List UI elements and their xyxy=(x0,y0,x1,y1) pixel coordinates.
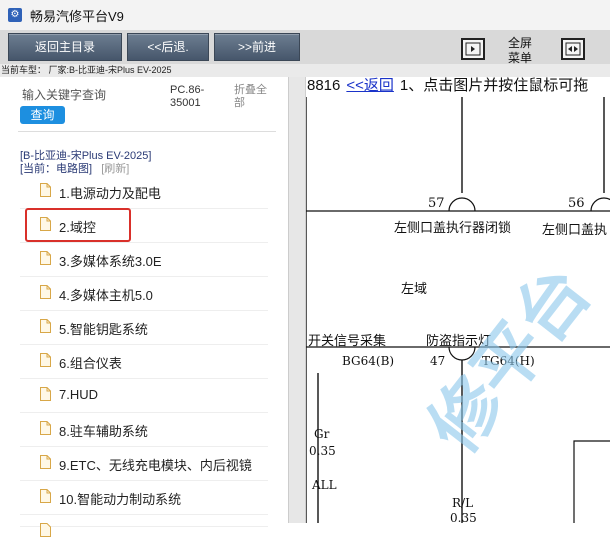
wire-all-label: ALL xyxy=(311,478,337,492)
document-icon xyxy=(40,387,51,401)
split-view-icon[interactable] xyxy=(561,38,585,60)
document-icon xyxy=(40,285,51,299)
back-link[interactable]: <<返回 xyxy=(346,77,394,94)
fold-all-link[interactable]: 折叠全部 xyxy=(234,84,274,110)
pc-code: PC.86-35001 xyxy=(170,84,205,109)
document-icon xyxy=(40,421,51,435)
pin-57-label: 57 xyxy=(428,196,445,211)
tree-item[interactable]: 7.HUD xyxy=(20,378,268,413)
toolbar: 返回主目录 <<后退. >>前进 全屏 菜单 ​ ​ xyxy=(0,30,610,66)
tree-item-label: 10.智能动力制动系统 xyxy=(59,492,182,507)
home-button[interactable]: 返回主目录 xyxy=(8,33,122,61)
search-area: 输入关键字查询 查询 xyxy=(18,83,168,124)
expand-panel-icon[interactable] xyxy=(461,38,485,60)
wire-rl-size: 0.35 xyxy=(450,511,477,523)
document-icon xyxy=(40,183,51,197)
tree-item[interactable]: 8.驻车辅助系统 xyxy=(20,412,268,447)
tree-item[interactable]: 1.电源动力及配电 xyxy=(20,174,268,209)
document-icon xyxy=(40,455,51,469)
search-input[interactable]: 输入关键字查询 xyxy=(22,86,106,103)
tree-item-label: 9.ETC、无线充电模块、内后视镜 xyxy=(59,458,252,473)
tree-item-label: 5.智能钥匙系统 xyxy=(59,322,148,337)
divider xyxy=(18,131,276,132)
back-button[interactable]: <<后退. xyxy=(127,33,209,61)
cut-label-line1: ​ xyxy=(602,36,610,51)
left-lock-label: 左侧口盖执行器闭锁 xyxy=(394,220,511,236)
left-panel: 输入关键字查询 查询 PC.86-35001 折叠全部 [B-比亚迪-宋Plus… xyxy=(0,77,289,537)
tree-item-label: 6.组合仪表 xyxy=(59,356,122,371)
wire-rl-label: R/L xyxy=(452,496,473,510)
connector-bg64-label: BG64(B) xyxy=(342,354,394,368)
document-icon xyxy=(40,523,51,537)
viewer-instruction: 1、点击图片并按住鼠标可拖 xyxy=(399,77,589,94)
pin-47-label: 47 xyxy=(430,354,445,368)
left-lock-label-2: 左侧口盖执 xyxy=(542,223,607,238)
tree-item[interactable]: 4.多媒体主机5.0 xyxy=(20,276,268,311)
document-icon xyxy=(40,251,51,265)
wiring-diagram[interactable]: 57 56 左侧口盖执行器闭锁 左侧口盖执 左域 开关信号采集 防盗指示灯 BG… xyxy=(306,97,610,523)
app-logo-icon: ⚙ xyxy=(8,8,22,22)
wire-gr-label: Gr xyxy=(314,427,330,441)
tree-item[interactable]: 3.多媒体系统3.0E xyxy=(20,242,268,277)
search-button[interactable]: 查询 xyxy=(20,106,65,124)
cut-off-label: ​ ​ xyxy=(602,36,610,66)
fullscreen-menu-button[interactable]: 全屏 菜单 xyxy=(505,36,535,66)
fullscreen-label-line1: 全屏 xyxy=(507,36,532,50)
tree-item[interactable] xyxy=(20,514,268,537)
diagram-viewer[interactable]: 8816 <<返回 1、点击图片并按住鼠标可拖 57 56 左侧口盖执行器闭锁 左侧… xyxy=(289,77,610,523)
current-vehicle: 当前车型： 厂家:B-比亚迪-宋Plus EV-2025 xyxy=(0,64,610,77)
title-bar: ⚙ 畅易汽修平台V9 xyxy=(0,0,610,31)
tree-item-label: 7.HUD xyxy=(59,387,99,402)
pin-56-label: 56 xyxy=(568,196,585,211)
tree-item-label: 4.多媒体主机5.0 xyxy=(59,288,153,303)
viewer-scrollbar[interactable] xyxy=(289,77,306,523)
tree-item[interactable]: 10.智能动力制动系统 xyxy=(20,480,268,515)
tree-item[interactable]: 5.智能钥匙系统 xyxy=(20,310,268,345)
tree-item-label: 8.驻车辅助系统 xyxy=(59,424,148,439)
tree-item[interactable]: 6.组合仪表 xyxy=(20,344,268,379)
wire-gr-size: 0.35 xyxy=(309,444,336,458)
tree-item-label: 1.电源动力及配电 xyxy=(59,186,161,201)
tree-item[interactable]: 9.ETC、无线充电模块、内后视镜 xyxy=(20,446,268,481)
window-title: 畅易汽修平台V9 xyxy=(30,8,124,24)
forward-button[interactable]: >>前进 xyxy=(214,33,300,61)
left-domain-label: 左域 xyxy=(401,282,427,297)
tree-item-label: 3.多媒体系统3.0E xyxy=(59,254,162,269)
document-icon xyxy=(40,489,51,503)
document-icon xyxy=(40,319,51,333)
document-icon xyxy=(40,353,51,367)
viewer-nav: 8816 <<返回 1、点击图片并按住鼠标可拖 xyxy=(307,77,588,95)
selection-highlight xyxy=(25,208,131,242)
doc-number: 8816 xyxy=(307,77,341,94)
